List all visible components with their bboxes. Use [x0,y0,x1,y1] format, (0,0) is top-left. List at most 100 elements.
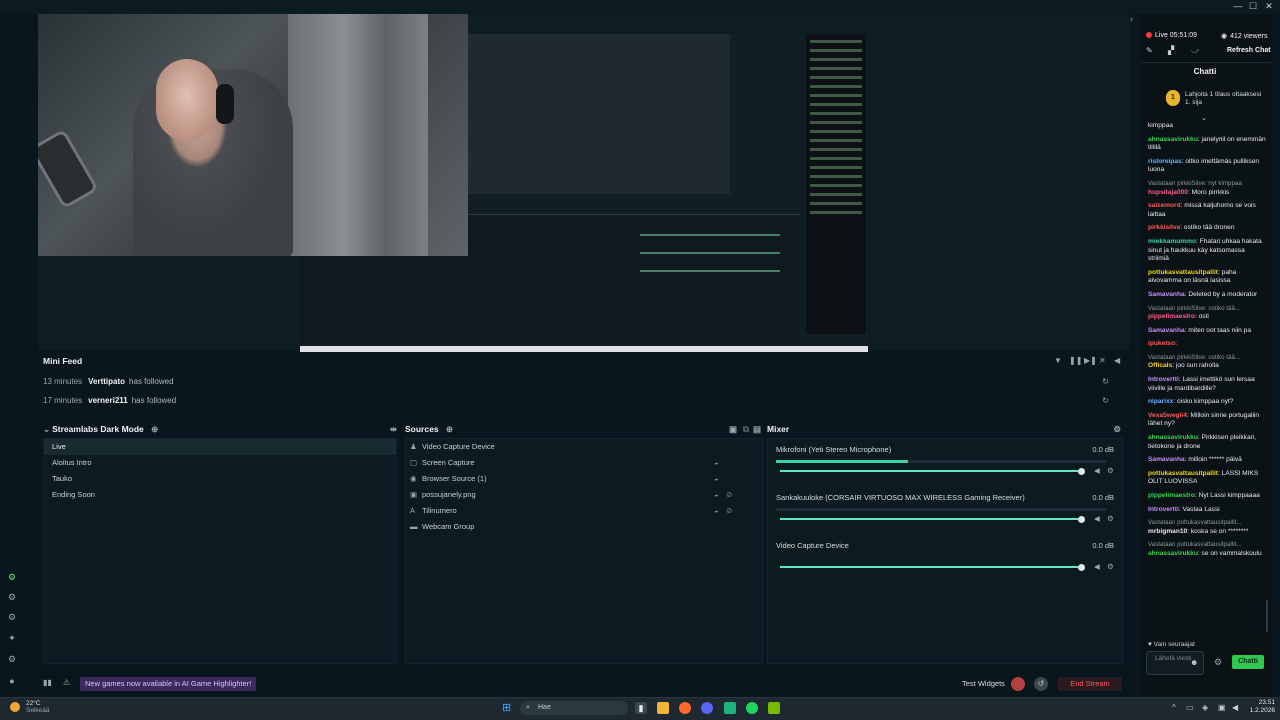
chat-username[interactable]: Samavanha [1148,327,1185,334]
speaker-icon[interactable]: ◀ [1094,514,1100,523]
lock-icon[interactable]: ◒ [714,487,719,503]
monitor-icon[interactable]: ▣ [1218,703,1226,712]
end-stream-button[interactable]: End Stream [1058,677,1122,691]
network-icon[interactable]: ▭ [1186,703,1194,712]
add-scene-icon[interactable]: ⊕ [151,424,158,434]
spotify-icon[interactable] [746,702,758,714]
windows-start-icon[interactable]: ⊞ [502,702,514,714]
speaker-icon[interactable]: ◀ [1232,703,1238,712]
scene-item[interactable]: Aloitus Intro [44,455,396,471]
record-icon[interactable] [1011,677,1025,691]
collapse-icon[interactable]: ⌄ [43,424,50,434]
scene-item[interactable]: Tauko [44,471,396,487]
task-view-icon[interactable]: ▮ [635,702,647,714]
chat-username[interactable]: ristoreipas [1148,158,1182,165]
close-button[interactable]: ✕ [1262,1,1276,12]
volume-knob[interactable] [1078,468,1085,475]
source-item[interactable]: ▣ possujanely.png ◒ ⊘ [406,487,762,503]
group-icon[interactable]: ⧉ [743,420,749,438]
lock-icon[interactable]: ◒ [714,471,719,487]
scene-transitions-icon[interactable]: ⇹ [390,420,397,438]
themes-icon[interactable]: ⚙ [6,591,18,603]
apps-icon[interactable]: ⚙ [6,611,18,623]
chat-username[interactable]: Introvertti [1148,506,1179,513]
chat-username[interactable]: Introvertti [1148,376,1179,383]
tray-chevron-icon[interactable]: ^ [1172,703,1176,712]
lock-icon[interactable]: ◒ [714,455,719,471]
mixer-settings-icon[interactable]: ⚙ [1113,420,1121,438]
volume-slider[interactable] [780,566,1082,568]
chat-username[interactable]: pippelimaestro [1148,313,1195,320]
nvidia-icon[interactable] [768,702,780,714]
selective-recording-icon[interactable]: ▣ [729,420,737,438]
source-item[interactable]: ◉ Browser Source (1) ◒ [406,471,762,487]
filter-icon[interactable]: ▼ [1054,356,1062,365]
scene-item[interactable]: Ending Soon [44,487,396,503]
volume-slider[interactable] [780,470,1082,472]
volume-slider[interactable] [780,518,1082,520]
volume-knob[interactable] [1078,516,1085,523]
settings-icon[interactable]: ⚙ [6,653,18,665]
source-item[interactable]: ♟ Video Capture Device [406,439,762,455]
maximize-button[interactable]: ☐ [1246,1,1260,12]
chat-scrollbar[interactable] [1266,600,1268,632]
add-source-icon[interactable]: ⊕ [446,424,453,434]
chat-send-button[interactable]: Chatti [1232,655,1264,669]
speaker-icon[interactable]: ◀ [1094,466,1100,475]
scene-item[interactable]: Live [44,439,396,455]
profile-icon[interactable]: ● [6,675,18,687]
mute-icon[interactable]: ✕ [1099,356,1106,365]
chat-username[interactable]: pottukasvattausitpallit [1148,470,1218,477]
hidden-eye-icon[interactable]: ⊘ [726,503,732,519]
source-item[interactable]: ▬ Webcam Group [406,519,762,535]
chat-username[interactable]: saizemord [1148,202,1181,209]
file-explorer-icon[interactable] [657,702,669,714]
expand-pinned-icon[interactable]: ⌄ [1201,114,1207,122]
highlighter-icon[interactable]: ✦ [6,632,18,644]
collapse-chat-icon[interactable]: › [1130,14,1133,24]
speaker-icon[interactable]: ◀ [1094,562,1100,571]
channel-settings-icon[interactable]: ⚙ [1107,466,1114,475]
refresh-chat-button[interactable]: Refresh Chat [1227,47,1271,54]
source-item[interactable]: A Tilinumero ◒ ⊘ [406,503,762,519]
lock-icon[interactable]: ◒ [714,503,719,519]
chat-username[interactable]: pottukasvattausitpallit [1148,269,1218,276]
chat-username[interactable]: ahnassavirukku [1148,136,1198,143]
chat-username[interactable]: miekkamummo [1148,238,1196,245]
scene-collection-title[interactable]: Streamlabs Dark Mode [52,424,144,434]
chat-username[interactable]: mrbigman10 [1148,528,1187,535]
share-icon[interactable]: ⤻ [1191,46,1200,56]
folder-add-icon[interactable]: ▤ [753,420,761,438]
alert-icon[interactable]: ⚠ [63,678,70,687]
chat-username[interactable]: Vexa5wegii4 [1148,412,1187,419]
performance-icon[interactable]: ▮▮ [43,678,52,687]
skip-icon[interactable]: ▶❚ [1084,356,1097,365]
emote-icon[interactable]: ☻ [1190,658,1198,667]
studio-icon[interactable]: ⚙ [6,571,18,583]
chat-username[interactable]: hupsitaja000 [1148,189,1188,196]
chat-username[interactable]: ipuketso [1148,340,1175,347]
chat-settings-icon[interactable]: ⚙ [1214,657,1222,668]
minimize-button[interactable]: — [1231,1,1245,11]
chat-username[interactable]: pirkkisilve [1148,224,1180,231]
clip-icon[interactable]: ▞ [1168,46,1174,55]
volume-icon[interactable]: ◀ [1114,356,1120,365]
system-clock[interactable]: 23.51 1.2.2026 [1245,699,1275,715]
chat-username[interactable]: Samavanha [1148,456,1185,463]
pause-icon[interactable]: ❚❚ [1069,356,1082,365]
stream-preview[interactable] [38,14,1130,360]
gift-banner[interactable]: 1 Lahjoita 1 tilaus ottaaksesi 1. sija [1163,88,1263,112]
chat-username[interactable]: Officals [1148,362,1172,369]
bluetooth-icon[interactable]: ◈ [1202,703,1208,712]
highlighter-banner[interactable]: New games now available in AI Game Highl… [80,677,257,691]
channel-settings-icon[interactable]: ⚙ [1107,562,1114,571]
streamlabs-icon[interactable] [724,702,736,714]
channel-settings-icon[interactable]: ⚙ [1107,514,1114,523]
taskbar-search[interactable]: ⌕ Hae [520,701,628,715]
chat-username[interactable]: ahnassavirukku [1148,434,1198,441]
hidden-eye-icon[interactable]: ⊘ [726,487,732,503]
replay-buffer-icon[interactable]: ↺ [1034,677,1048,691]
test-widgets-button[interactable]: Test Widgets [962,677,1005,691]
edit-icon[interactable]: ✎ [1146,46,1153,55]
volume-knob[interactable] [1078,564,1085,571]
